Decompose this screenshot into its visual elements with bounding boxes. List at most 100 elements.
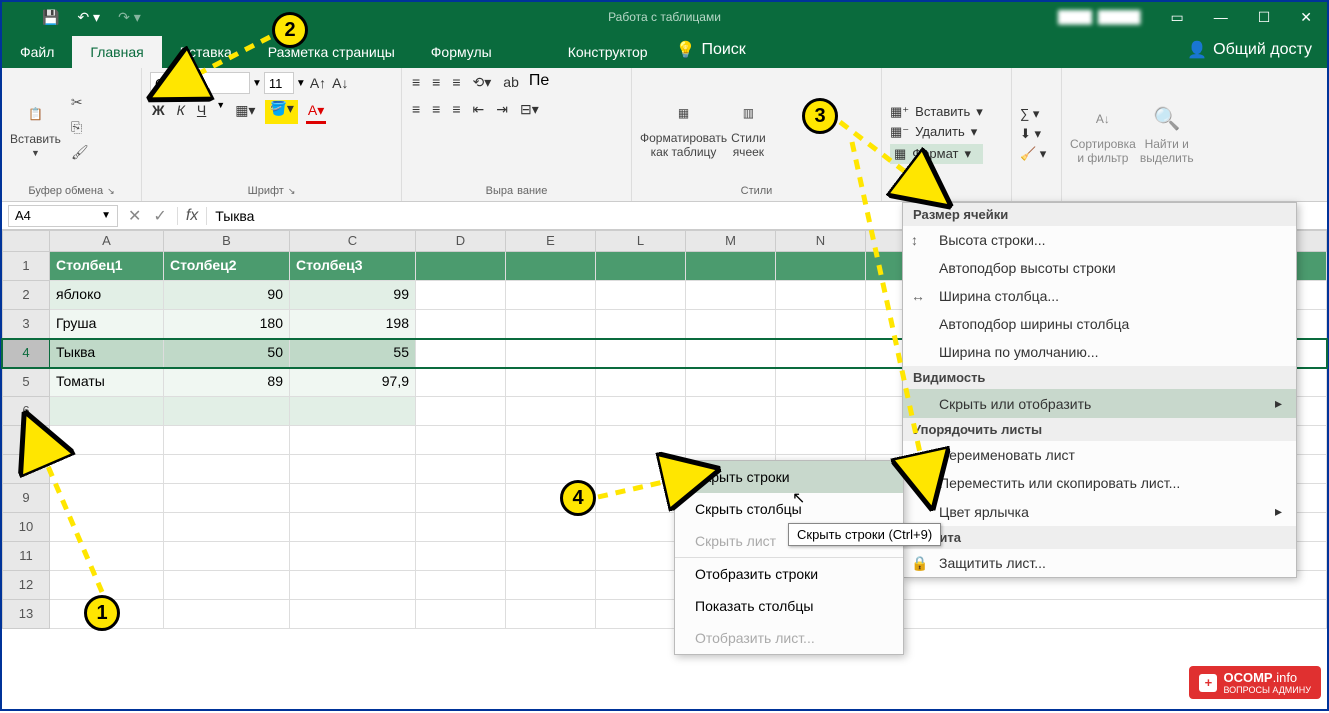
menu-item-rename-sheet[interactable]: Переименовать лист (903, 441, 1296, 469)
bold-button[interactable]: Ж (150, 100, 167, 124)
row-header[interactable]: 3 (2, 310, 50, 339)
cell[interactable] (506, 513, 596, 542)
cell[interactable] (866, 600, 1327, 629)
cell[interactable] (416, 252, 506, 281)
cell[interactable] (50, 455, 164, 484)
row-header[interactable]: 4 (2, 339, 50, 368)
cell[interactable] (416, 368, 506, 397)
menu-item-hide-rows[interactable]: Скрыть строки (675, 461, 903, 493)
menu-item-protect-sheet[interactable]: 🔒Защитить лист... (903, 549, 1296, 577)
font-color-icon[interactable]: A▾ (306, 100, 326, 124)
tab-formulas[interactable]: Формулы (413, 36, 510, 68)
menu-item-hide-cols[interactable]: Скрыть столбцы (675, 493, 903, 525)
save-icon[interactable]: 💾 (42, 9, 59, 26)
cell[interactable] (164, 542, 290, 571)
cell[interactable]: Столбец1 (50, 252, 164, 281)
cell[interactable] (50, 484, 164, 513)
cell[interactable] (596, 339, 686, 368)
cell[interactable] (596, 310, 686, 339)
cell[interactable] (50, 397, 164, 426)
cell[interactable]: 89 (164, 368, 290, 397)
menu-item-show-cols[interactable]: Показать столбцы (675, 590, 903, 622)
cell[interactable] (596, 513, 686, 542)
fx-icon[interactable]: fx (177, 207, 207, 225)
cell[interactable] (686, 426, 776, 455)
cell[interactable] (686, 339, 776, 368)
delete-cells-button[interactable]: ▦⁻Удалить ▾ (890, 124, 983, 140)
wrap-text-icon[interactable]: ab (501, 72, 521, 93)
align-bottom-icon[interactable]: ≡ (450, 72, 462, 93)
cell[interactable] (776, 397, 866, 426)
cell[interactable] (290, 542, 416, 571)
cell[interactable]: 198 (290, 310, 416, 339)
tab-home[interactable]: Главная (72, 36, 161, 68)
cell[interactable] (596, 600, 686, 629)
decrease-font-icon[interactable]: A↓ (330, 73, 350, 93)
cell[interactable] (50, 542, 164, 571)
align-middle-icon[interactable]: ≡ (430, 72, 442, 93)
cell[interactable] (50, 426, 164, 455)
column-header[interactable]: B (164, 230, 290, 252)
cell[interactable] (164, 513, 290, 542)
cell[interactable] (776, 252, 866, 281)
tab-constructor[interactable]: Конструктор (550, 36, 666, 68)
cell[interactable]: Столбец2 (164, 252, 290, 281)
cell[interactable] (776, 281, 866, 310)
tab-insert[interactable]: Вставка (162, 36, 250, 68)
menu-item-autofit-col[interactable]: Автоподбор ширины столбца (903, 310, 1296, 338)
cell[interactable] (596, 484, 686, 513)
fill-color-icon[interactable]: 🪣▾ (265, 100, 297, 124)
cell[interactable]: Томаты (50, 368, 164, 397)
cell[interactable] (506, 426, 596, 455)
align-center-icon[interactable]: ≡ (430, 99, 442, 120)
row-header[interactable]: 1 (2, 252, 50, 281)
cell[interactable] (596, 252, 686, 281)
cell[interactable]: 55 (290, 339, 416, 368)
redo-icon[interactable]: ↷ ▾ (118, 9, 141, 26)
menu-item-tab-color[interactable]: Цвет ярлычка▸ (903, 497, 1296, 526)
align-top-icon[interactable]: ≡ (410, 72, 422, 93)
cell[interactable]: Столбец3 (290, 252, 416, 281)
cell[interactable]: 99 (290, 281, 416, 310)
font-size-input[interactable] (264, 72, 294, 94)
cell[interactable] (290, 571, 416, 600)
cell[interactable] (596, 426, 686, 455)
cell[interactable] (596, 542, 686, 571)
menu-item-move-sheet[interactable]: Переместить или скопировать лист... (903, 469, 1296, 497)
cell[interactable] (506, 397, 596, 426)
menu-item-col-width[interactable]: ↔Ширина столбца... (903, 282, 1296, 310)
cell[interactable] (416, 600, 506, 629)
decrease-indent-icon[interactable]: ⇤ (471, 99, 487, 120)
row-header[interactable]: 6 (2, 397, 50, 426)
column-header[interactable]: D (416, 230, 506, 252)
user-name[interactable]: █████████ (1058, 10, 1141, 24)
cell[interactable] (290, 455, 416, 484)
fill-icon[interactable]: ⬇ ▾ (1020, 126, 1046, 142)
cell[interactable] (506, 542, 596, 571)
increase-font-icon[interactable]: A↑ (308, 73, 328, 93)
copy-icon[interactable]: ⎘ (71, 119, 89, 136)
confirm-formula-icon[interactable]: ✓ (153, 206, 166, 226)
column-header[interactable]: C (290, 230, 416, 252)
row-header[interactable]: 12 (2, 571, 50, 600)
column-header[interactable]: E (506, 230, 596, 252)
font-name-input[interactable] (150, 72, 250, 94)
cancel-formula-icon[interactable]: ✕ (128, 206, 141, 226)
share-button[interactable]: 👤 Общий досту (1172, 32, 1327, 68)
cell[interactable] (686, 397, 776, 426)
align-right-icon[interactable]: ≡ (450, 99, 462, 120)
cell[interactable] (416, 542, 506, 571)
ribbon-options-icon[interactable]: ▭ (1170, 9, 1183, 26)
cell[interactable] (416, 513, 506, 542)
cell[interactable]: 90 (164, 281, 290, 310)
tab-file[interactable]: Файл (2, 36, 72, 68)
cell[interactable] (164, 571, 290, 600)
row-header[interactable]: 11 (2, 542, 50, 571)
cell[interactable] (164, 397, 290, 426)
row-header[interactable]: 8 (2, 455, 50, 484)
cell[interactable]: 97,9 (290, 368, 416, 397)
row-header[interactable]: 9 (2, 484, 50, 513)
cell[interactable] (506, 571, 596, 600)
clear-icon[interactable]: 🧹 ▾ (1020, 146, 1046, 162)
column-header[interactable]: L (596, 230, 686, 252)
